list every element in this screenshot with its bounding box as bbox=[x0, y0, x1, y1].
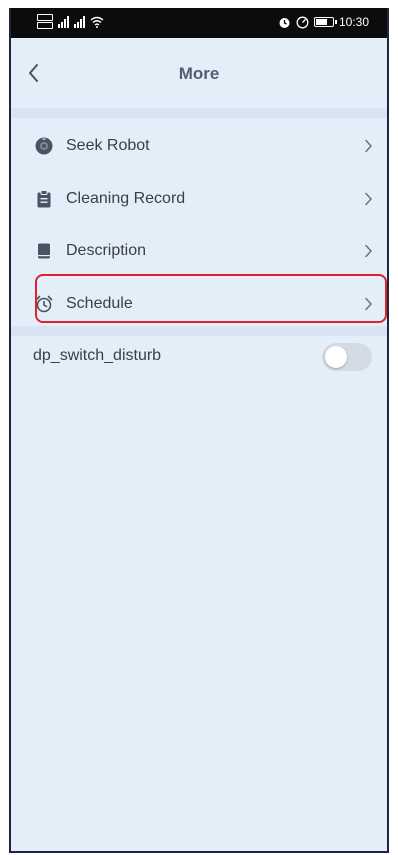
disturb-switch-label: dp_switch_disturb bbox=[33, 347, 162, 364]
toggle-knob bbox=[325, 346, 347, 368]
signal-icon bbox=[74, 16, 85, 28]
chevron-right-icon bbox=[365, 140, 373, 153]
phone-screen: 10:30 More Seek Robot Cleaning Record De… bbox=[9, 8, 389, 853]
menu-item-cleaning-record[interactable]: Cleaning Record bbox=[11, 173, 387, 226]
clipboard-icon bbox=[37, 189, 51, 208]
disturb-switch-row: dp_switch_disturb bbox=[11, 333, 387, 383]
status-left bbox=[37, 14, 104, 30]
menu-label-description: Description bbox=[66, 242, 147, 260]
status-time: 10:30 bbox=[338, 15, 369, 29]
status-right: 10:30 bbox=[278, 15, 369, 29]
menu-label-cleaning-record: Cleaning Record bbox=[66, 189, 186, 207]
status-bar: 10:30 bbox=[11, 8, 387, 38]
wifi-icon bbox=[90, 16, 104, 28]
sim-icon bbox=[37, 14, 53, 30]
menu-item-description[interactable]: Description bbox=[11, 225, 387, 278]
signal-icon bbox=[58, 16, 69, 28]
speed-icon bbox=[296, 16, 309, 28]
chevron-right-icon bbox=[365, 245, 373, 258]
book-icon bbox=[38, 243, 50, 259]
nav-bar: More bbox=[11, 38, 387, 108]
alarm-icon bbox=[279, 17, 290, 28]
chevron-right-icon bbox=[365, 192, 373, 205]
menu-label-schedule: Schedule bbox=[66, 294, 133, 312]
chevron-right-icon bbox=[365, 297, 373, 310]
battery-icon bbox=[313, 17, 337, 27]
robot-icon bbox=[35, 137, 53, 155]
menu-item-schedule[interactable]: Schedule bbox=[11, 278, 387, 331]
menu-item-seek-robot[interactable]: Seek Robot bbox=[11, 120, 387, 173]
menu-list: Seek Robot Cleaning Record Description S… bbox=[11, 120, 387, 330]
menu-label-seek-robot: Seek Robot bbox=[66, 137, 150, 155]
disturb-toggle[interactable] bbox=[322, 343, 372, 371]
alarm-clock-icon bbox=[35, 295, 53, 313]
page-title: More bbox=[178, 64, 220, 83]
section-divider bbox=[11, 108, 387, 118]
